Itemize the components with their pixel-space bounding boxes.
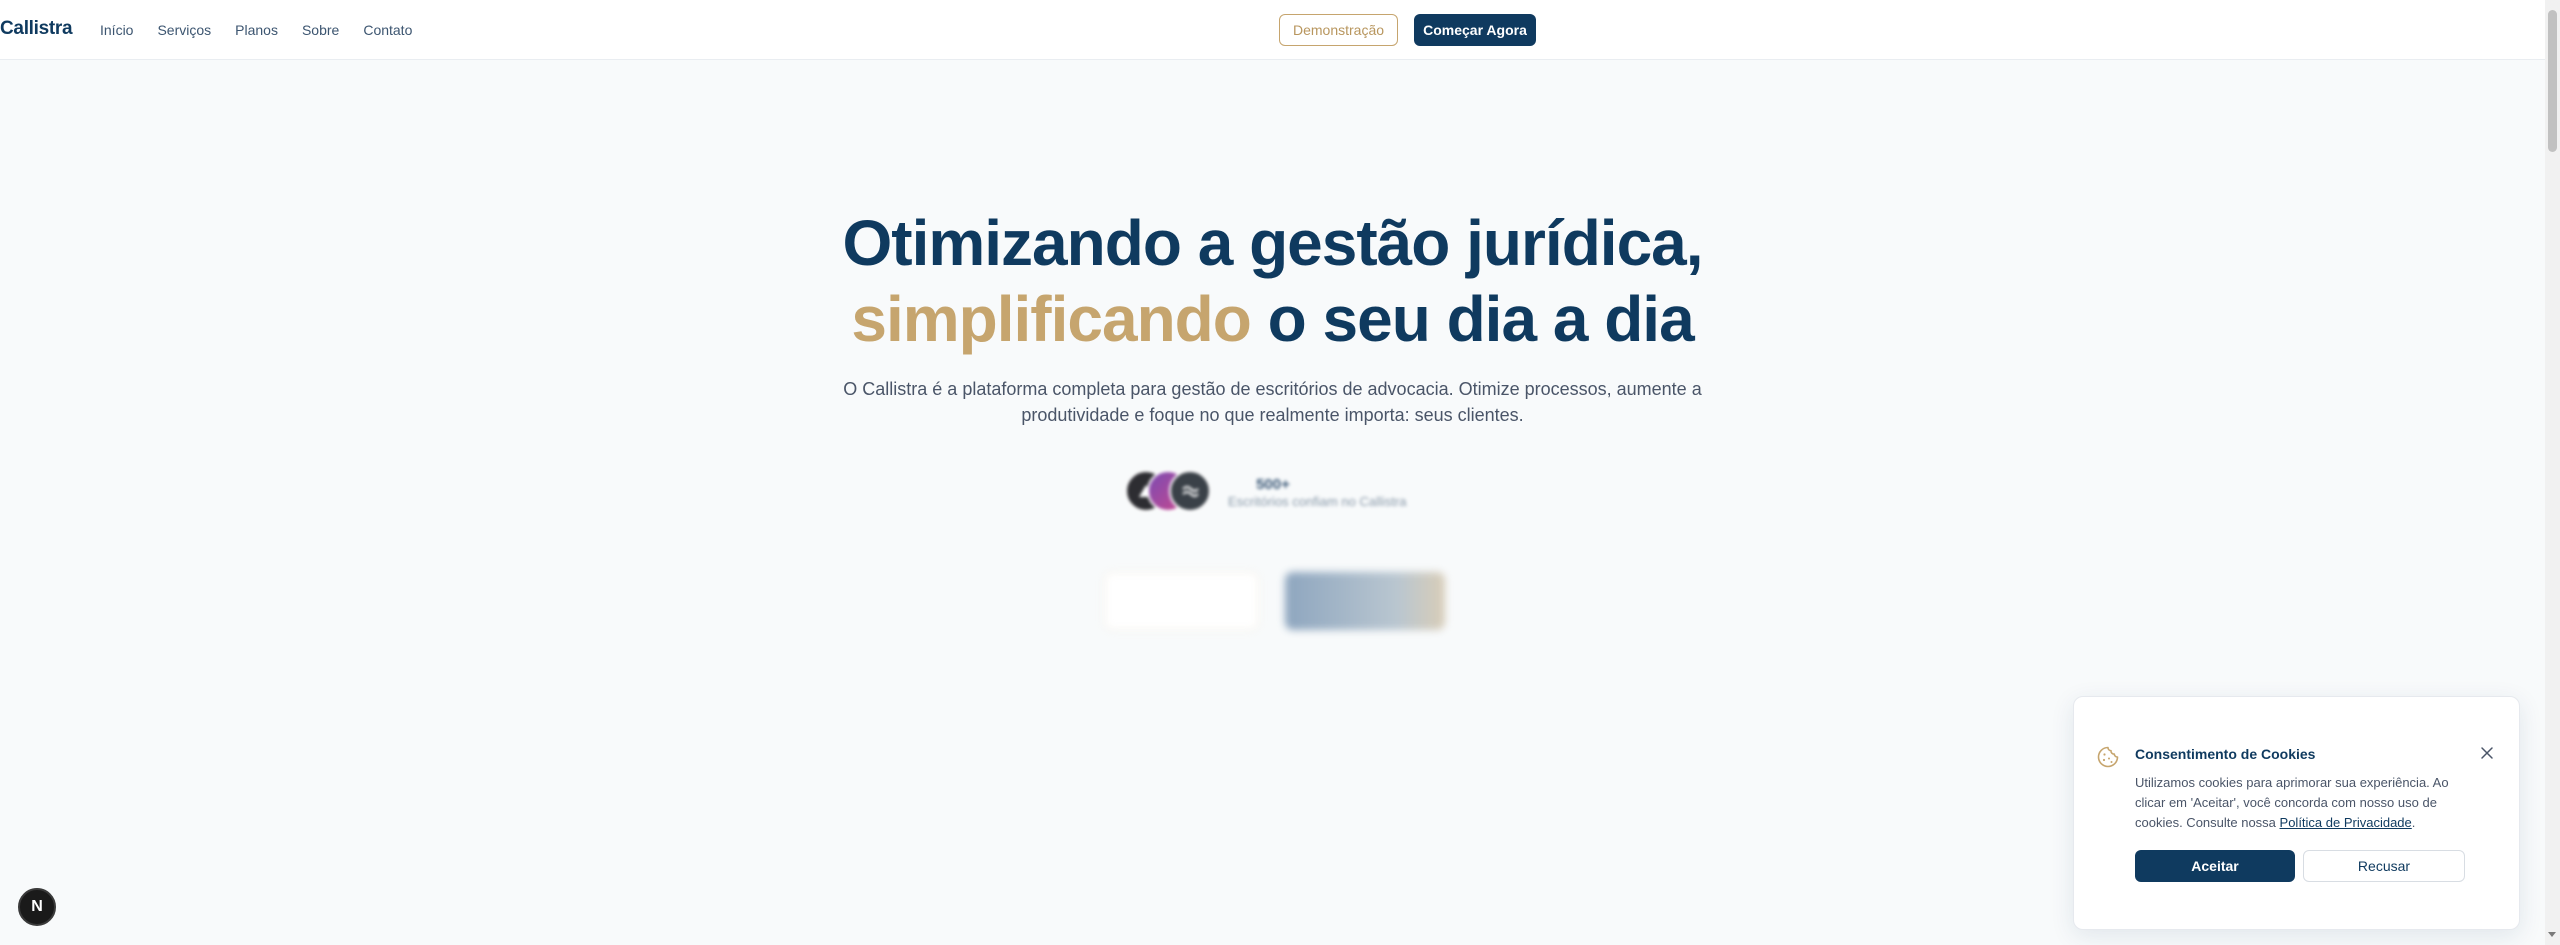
reject-cookies-button[interactable]: Recusar — [2303, 850, 2465, 882]
hero-title-line2: o seu dia a dia — [1250, 283, 1695, 355]
scrollbar[interactable] — [2545, 0, 2560, 945]
demo-button[interactable]: Demonstração — [1279, 14, 1398, 46]
cookie-title: Consentimento de Cookies — [2135, 746, 2316, 762]
nav-sobre[interactable]: Sobre — [302, 22, 339, 38]
avatar — [1169, 470, 1211, 512]
hero-title-highlight: simplificando — [851, 283, 1251, 355]
nextjs-dev-badge[interactable]: N — [18, 888, 56, 926]
blurred-feature-card — [1104, 572, 1259, 630]
cookie-icon — [2097, 746, 2119, 768]
top-navbar: Callistra Início Serviços Planos Sobre C… — [0, 0, 2545, 60]
logo[interactable]: Callistra — [0, 18, 73, 40]
trust-count: 500+ — [1256, 476, 1290, 493]
cookie-consent-dialog: Consentimento de Cookies Utilizamos cook… — [2073, 696, 2520, 930]
start-now-button[interactable]: Começar Agora — [1414, 14, 1536, 46]
nav-inicio[interactable]: Início — [100, 22, 133, 38]
privacy-policy-link[interactable]: Política de Privacidade — [2280, 815, 2412, 830]
close-icon[interactable] — [2477, 743, 2497, 763]
client-avatars — [1125, 470, 1215, 514]
hero-subtitle: O Callistra é a plataforma completa para… — [843, 379, 1702, 425]
hero-title-line1: Otimizando a gestão jurídica, — [842, 207, 1703, 279]
nav-planos[interactable]: Planos — [235, 22, 278, 38]
hero-title: Otimizando a gestão jurídica, simplifica… — [0, 205, 2545, 357]
trust-indicator: 500+ Escritórios confiam no Callistra — [1228, 476, 1406, 509]
wave-logo-icon — [1182, 486, 1199, 497]
trust-text: Escritórios confiam no Callistra — [1228, 494, 1407, 509]
nav-servicos[interactable]: Serviços — [157, 22, 211, 38]
blurred-feature-card — [1285, 572, 1445, 630]
scroll-down-arrow-icon[interactable] — [2548, 932, 2556, 937]
cookie-text: Utilizamos cookies para aprimorar sua ex… — [2135, 773, 2480, 833]
cookie-body-end: . — [2411, 815, 2416, 830]
main-nav: Início Serviços Planos Sobre Contato — [100, 22, 412, 38]
nav-contato[interactable]: Contato — [363, 22, 412, 38]
scrollbar-thumb[interactable] — [2548, 10, 2557, 152]
accept-cookies-button[interactable]: Aceitar — [2135, 850, 2295, 882]
